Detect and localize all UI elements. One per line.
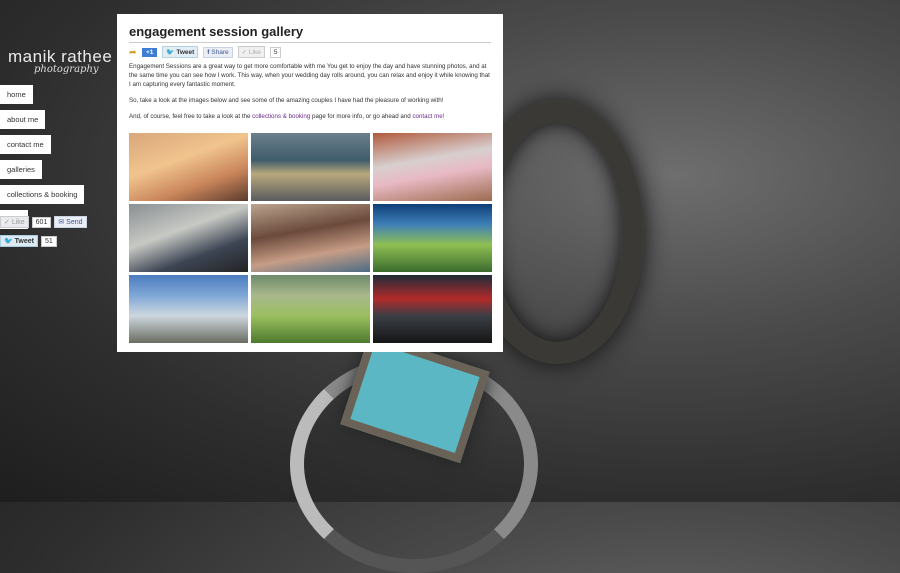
collections-booking-link[interactable]: collections & booking — [252, 113, 310, 120]
logo-name: manik rathee — [8, 47, 113, 66]
nav-item-galleries[interactable]: galleries — [0, 160, 42, 179]
send-label: Send — [66, 219, 83, 226]
gallery-photo[interactable] — [251, 203, 370, 272]
gallery-photo[interactable] — [373, 203, 492, 272]
content-panel: engagement session gallery ➦ +1 🐦 Tweet … — [117, 14, 503, 352]
facebook-like-button[interactable]: ✓ Like — [237, 46, 265, 58]
main-nav: home about me contact me galleries colle… — [0, 85, 85, 235]
gallery-photo[interactable] — [251, 132, 370, 201]
tweet-share-button[interactable]: 🐦 Tweet — [162, 46, 199, 58]
facebook-share-button[interactable]: f Share — [203, 46, 233, 58]
cta-paragraph: And, of course, feel free to take a look… — [129, 113, 491, 122]
sidebar-tweet: 🐦 Tweet 51 — [0, 235, 57, 247]
send-button[interactable]: ✉ Send — [54, 216, 87, 228]
photo-gallery-grid — [129, 132, 492, 343]
site-logo[interactable]: manik rathee photography — [8, 48, 112, 75]
share-icon[interactable]: ➦ — [129, 48, 137, 57]
facebook-like-count: 5 — [269, 46, 282, 58]
intro-paragraph: Engagement Sessions are a great way to g… — [129, 63, 490, 88]
page-title: engagement session gallery — [129, 24, 491, 43]
gallery-photo[interactable] — [129, 203, 248, 272]
nav-item-home[interactable]: home — [0, 85, 33, 104]
logo-tagline: photography — [34, 64, 99, 75]
nav-item-about-me[interactable]: about me — [0, 110, 46, 129]
share-bar: ➦ +1 🐦 Tweet f Share ✓ Like 5 — [129, 46, 491, 58]
gplus-button[interactable]: +1 — [142, 47, 158, 57]
facebook-share-label: Share — [211, 48, 229, 56]
gallery-photo[interactable] — [129, 132, 248, 201]
gallery-photo[interactable] — [251, 274, 370, 343]
gallery-photo[interactable] — [373, 274, 492, 343]
like-button[interactable]: ✓ Like — [0, 216, 29, 228]
tweet-share-label: Tweet — [176, 49, 195, 56]
tweet-label: Tweet — [14, 238, 34, 245]
gallery-paragraph: So, take a look at the images below and … — [129, 96, 444, 104]
gallery-photo[interactable] — [129, 274, 248, 343]
tweet-count: 51 — [41, 235, 57, 247]
nav-item-contact-me[interactable]: contact me — [0, 135, 51, 154]
cta-text-2: page for more info, or go ahead and — [310, 112, 413, 120]
gallery-photo[interactable] — [373, 132, 492, 201]
like-label: Like — [11, 219, 25, 226]
facebook-like-label: Like — [248, 49, 261, 56]
cta-text-1: And, of course, feel free to take a look… — [129, 112, 253, 120]
contact-me-link[interactable]: contact me! — [412, 113, 444, 120]
tweet-button[interactable]: 🐦 Tweet — [0, 235, 38, 247]
like-count: 601 — [31, 216, 52, 228]
nav-item-collections-booking[interactable]: collections & booking — [0, 185, 85, 204]
sidebar-facebook-like: ✓ Like 601 ✉ Send — [0, 216, 87, 228]
